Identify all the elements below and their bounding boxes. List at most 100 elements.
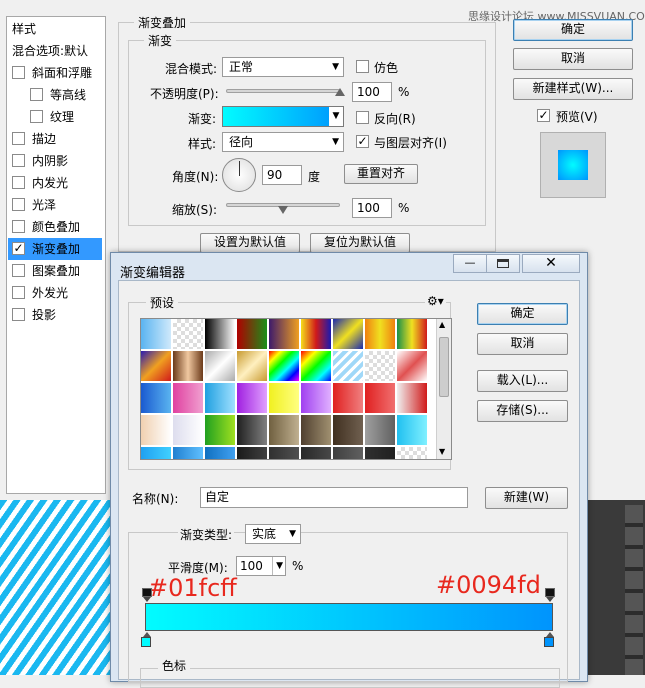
gradient-preset-swatch[interactable] xyxy=(205,351,236,382)
maximize-button[interactable] xyxy=(486,254,520,273)
gradient-preset-swatch[interactable] xyxy=(237,319,268,350)
gradient-preset-swatch[interactable] xyxy=(237,415,268,446)
gradient-preset-swatch[interactable] xyxy=(333,447,364,459)
sidebar-item-checkbox[interactable] xyxy=(12,176,25,189)
angle-input[interactable]: 90 xyxy=(262,165,302,185)
gradient-preset-swatch[interactable] xyxy=(365,383,396,414)
gradient-preset-swatch[interactable] xyxy=(301,447,332,459)
sidebar-item-10[interactable]: 图案叠加 xyxy=(8,260,102,282)
gradient-preset-swatch[interactable] xyxy=(269,383,300,414)
sidebar-item-checkbox[interactable] xyxy=(12,220,25,233)
gradient-preset-swatch[interactable] xyxy=(237,447,268,459)
sidebar-item-checkbox[interactable]: ✓ xyxy=(12,242,25,255)
gradient-preset-swatch[interactable] xyxy=(269,319,300,350)
sidebar-item-9[interactable]: ✓ 渐变叠加 xyxy=(8,238,102,260)
gradient-preset-swatch[interactable] xyxy=(141,383,172,414)
scroll-down-icon[interactable]: ▼ xyxy=(439,447,445,456)
gradient-preset-swatch[interactable] xyxy=(173,415,204,446)
gradient-preset-swatch[interactable] xyxy=(237,383,268,414)
align-with-layer-checkbox[interactable]: ✓ xyxy=(356,135,369,148)
set-default-button[interactable]: 设置为默认值 xyxy=(200,233,300,253)
scroll-up-icon[interactable]: ▲ xyxy=(439,320,445,329)
opacity-input[interactable]: 100 xyxy=(352,82,392,102)
reset-default-button[interactable]: 复位为默认值 xyxy=(310,233,410,253)
gradient-preset-swatch[interactable] xyxy=(173,351,204,382)
sidebar-item-checkbox[interactable] xyxy=(12,264,25,277)
gradient-preset-swatch[interactable] xyxy=(333,383,364,414)
sidebar-item-12[interactable]: 投影 xyxy=(8,304,102,326)
editor-ok-button[interactable]: 确定 xyxy=(477,303,568,325)
sidebar-item-checkbox[interactable] xyxy=(12,286,25,299)
gradient-preset-swatch[interactable] xyxy=(301,383,332,414)
opacity-slider[interactable] xyxy=(226,89,340,93)
sidebar-item-checkbox[interactable] xyxy=(12,198,25,211)
sidebar-item-checkbox[interactable] xyxy=(12,308,25,321)
gradient-preset-swatch[interactable] xyxy=(141,319,172,350)
gradient-preset-swatch[interactable] xyxy=(301,351,332,382)
gradient-preset-swatch[interactable] xyxy=(397,351,428,382)
scale-input[interactable]: 100 xyxy=(352,198,392,218)
color-stop-right[interactable] xyxy=(544,632,556,648)
sidebar-item-5[interactable]: 内阴影 xyxy=(8,150,102,172)
gradient-preset-swatch[interactable] xyxy=(301,319,332,350)
save-button[interactable]: 存储(S)... xyxy=(477,400,568,422)
style-select[interactable]: 径向 ▼ xyxy=(222,132,344,152)
gradient-preset-swatch[interactable] xyxy=(205,447,236,459)
cancel-button[interactable]: 取消 xyxy=(513,48,633,70)
preview-checkbox[interactable]: ✓ xyxy=(537,109,550,122)
gradient-preset-swatch[interactable] xyxy=(333,351,364,382)
gradient-preset-swatch[interactable] xyxy=(333,415,364,446)
opacity-stop-right[interactable] xyxy=(545,588,555,602)
gradient-preset-swatch[interactable] xyxy=(365,319,396,350)
gradient-preset-swatch[interactable] xyxy=(333,319,364,350)
sidebar-item-8[interactable]: 颜色叠加 xyxy=(8,216,102,238)
blend-mode-select[interactable]: 正常 ▼ xyxy=(222,57,344,77)
sidebar-item-checkbox[interactable] xyxy=(12,132,25,145)
gradient-preset-swatch[interactable] xyxy=(397,447,428,459)
gradient-preset-swatch[interactable] xyxy=(301,415,332,446)
sidebar-item-checkbox[interactable] xyxy=(30,88,43,101)
gradient-preset-swatch[interactable] xyxy=(237,351,268,382)
dither-checkbox[interactable] xyxy=(356,60,369,73)
sidebar-item-6[interactable]: 内发光 xyxy=(8,172,102,194)
color-stop-left[interactable] xyxy=(141,632,153,648)
sidebar-item-checkbox[interactable] xyxy=(12,66,25,79)
gradient-preset-swatch[interactable] xyxy=(269,415,300,446)
presets-scrollbar[interactable]: ▲ ▼ xyxy=(436,319,451,459)
gradient-preset-swatch[interactable] xyxy=(141,447,172,459)
load-button[interactable]: 载入(L)... xyxy=(477,370,568,392)
gradient-bar[interactable] xyxy=(145,603,553,631)
gradient-preset-swatch[interactable] xyxy=(173,319,204,350)
gradient-preset-swatch[interactable] xyxy=(141,415,172,446)
sidebar-item-11[interactable]: 外发光 xyxy=(8,282,102,304)
gradient-preset-swatch[interactable] xyxy=(365,447,396,459)
minimize-button[interactable]: — xyxy=(453,254,487,273)
ok-button[interactable]: 确定 xyxy=(513,19,633,41)
chevron-down-icon[interactable]: ▼ xyxy=(329,107,343,126)
gradient-preset-swatch[interactable] xyxy=(397,319,428,350)
gradient-preset-swatch[interactable] xyxy=(397,383,428,414)
new-style-button[interactable]: 新建样式(W)... xyxy=(513,78,633,100)
smoothness-input[interactable]: 100 ▼ xyxy=(236,556,286,576)
panel-scrollbar[interactable] xyxy=(625,505,643,675)
gradient-preview[interactable]: ▼ xyxy=(222,106,344,127)
sidebar-item-2[interactable]: 等高线 xyxy=(8,84,102,106)
gradient-preset-swatch[interactable] xyxy=(205,415,236,446)
editor-cancel-button[interactable]: 取消 xyxy=(477,333,568,355)
gradient-preset-swatch[interactable] xyxy=(365,415,396,446)
sidebar-item-3[interactable]: 纹理 xyxy=(8,106,102,128)
gradient-preset-swatch[interactable] xyxy=(269,351,300,382)
gradient-preset-swatch[interactable] xyxy=(397,415,428,446)
sidebar-item-checkbox[interactable] xyxy=(12,154,25,167)
gradient-type-select[interactable]: 实底 ▼ xyxy=(245,524,301,544)
name-input[interactable]: 自定 xyxy=(200,487,468,508)
reset-alignment-button[interactable]: 重置对齐 xyxy=(344,164,418,184)
chevron-down-icon[interactable]: ▼ xyxy=(272,557,283,575)
sidebar-item-4[interactable]: 描边 xyxy=(8,128,102,150)
sidebar-item-0[interactable]: 混合选项:默认 xyxy=(8,40,102,62)
scroll-thumb[interactable] xyxy=(439,337,449,397)
new-gradient-button[interactable]: 新建(W) xyxy=(485,487,568,509)
scale-slider-handle[interactable] xyxy=(278,206,288,214)
gradient-preset-swatch[interactable] xyxy=(173,447,204,459)
sidebar-item-checkbox[interactable] xyxy=(30,110,43,123)
